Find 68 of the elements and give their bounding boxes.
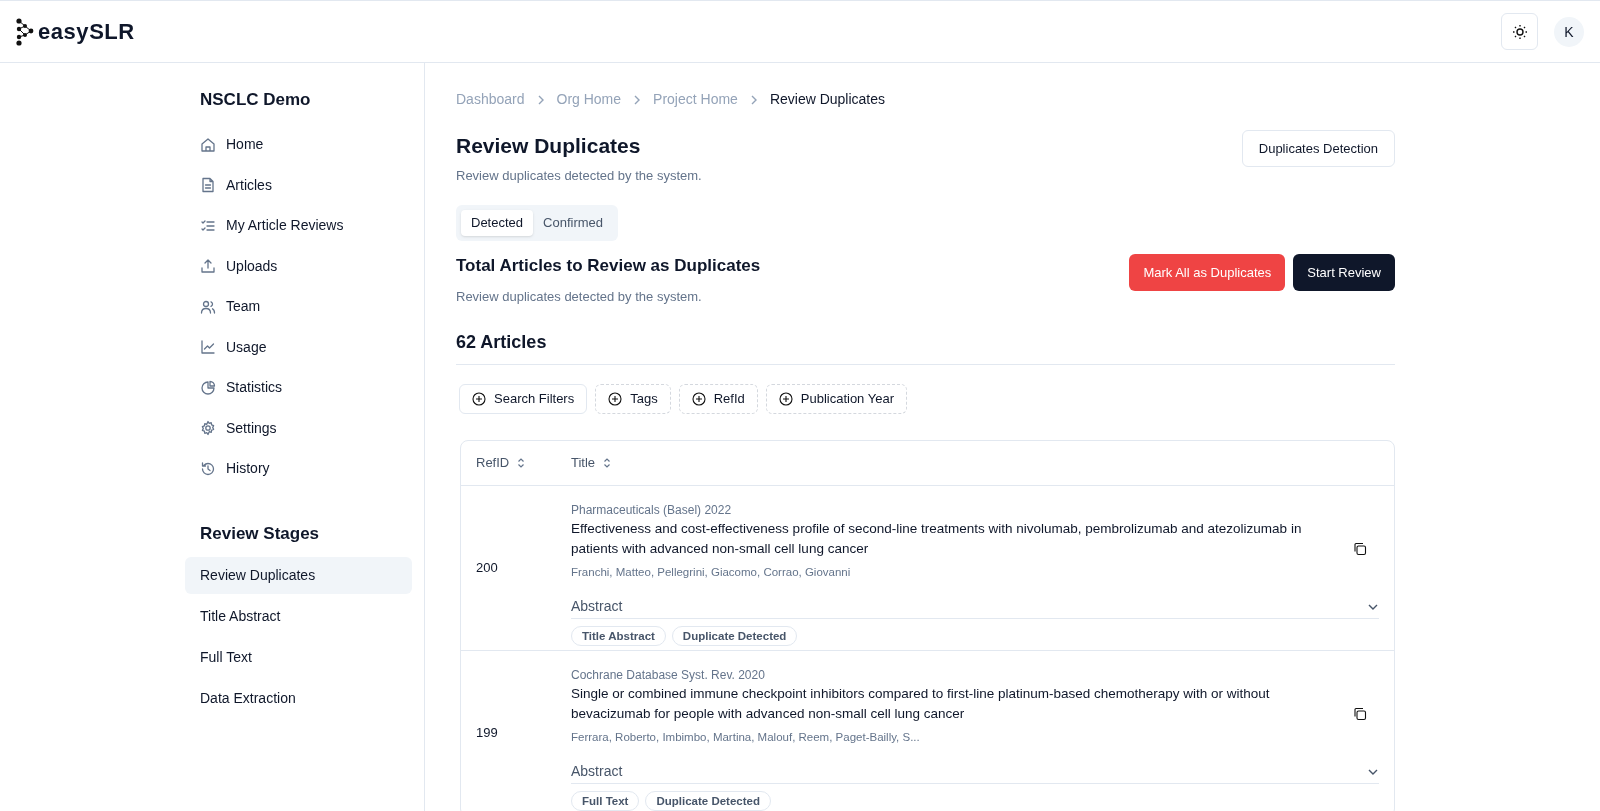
history-icon	[200, 460, 216, 477]
line-chart-icon	[200, 339, 216, 356]
home-icon	[200, 136, 216, 153]
chevron-down-icon	[1367, 767, 1379, 776]
filter-button[interactable]: Publication Year	[765, 384, 907, 414]
section-title: Review Stages	[199, 523, 321, 545]
authors-text: Ferrara, Roberto, Imbimbo, Martina, Malouf, Reem, Paget-Bailly, S...	[571, 730, 921, 745]
settings-icon	[200, 420, 216, 437]
chevron-right-icon	[536, 93, 545, 106]
column-header[interactable]: Title	[571, 453, 1394, 473]
stage-item[interactable]: Title Abstract	[185, 597, 412, 635]
upload-icon	[200, 258, 216, 275]
start-review-button[interactable]: Start Review	[1293, 254, 1395, 291]
sidebar-item[interactable]: Settings	[185, 408, 412, 449]
article-title: Single or combined immune checkpoint inhibitors compared to first-line platinum-based chemotherapy with or without bevacizumab for people with advanced non-small cell lung cancer	[571, 685, 1271, 723]
sidebar-item[interactable]: History	[185, 448, 412, 489]
duplicates-detection-button[interactable]: Duplicates Detection	[1241, 130, 1395, 167]
plus-circle-icon	[608, 392, 623, 406]
stage-item[interactable]: Data Extraction	[185, 679, 412, 717]
document-icon	[200, 177, 216, 194]
sidebar-item[interactable]: Team	[185, 286, 412, 327]
section-subtitle: Review duplicates detected by the system.	[456, 287, 703, 306]
logo-text: easySLR	[38, 18, 135, 46]
plus-circle-icon	[472, 392, 486, 406]
chevron-right-icon	[633, 93, 642, 106]
sidebar-item[interactable]: My Article Reviews	[185, 205, 412, 246]
chevron-down-icon	[1367, 602, 1379, 611]
sidebar-item[interactable]: Usage	[185, 327, 412, 368]
filter-button[interactable]: RefId	[678, 384, 758, 414]
sidebar-item[interactable]: Home	[185, 124, 412, 165]
page-subtitle: Review duplicates detected by the system.	[456, 166, 702, 185]
logo-icon	[16, 17, 34, 46]
chevron-right-icon	[749, 93, 758, 106]
plus-circle-icon	[691, 392, 706, 406]
sidebar-item[interactable]: Uploads	[185, 246, 412, 287]
sort-icon	[603, 458, 612, 468]
sidebar-item[interactable]: Articles	[185, 165, 412, 206]
copy-icon[interactable]	[1353, 542, 1367, 556]
journal-text: Pharmaceuticals (Basel) 2022	[571, 502, 733, 519]
user-avatar[interactable]: K	[1554, 16, 1584, 47]
filter-button[interactable]: Tags	[595, 384, 671, 414]
copy-icon[interactable]	[1353, 707, 1367, 721]
table-cell-text: 199	[475, 724, 499, 743]
plus-circle-icon	[778, 392, 793, 406]
pie-chart-icon	[200, 379, 216, 396]
article-count: 62 Articles	[456, 329, 1395, 365]
journal-text: Cochrane Database Syst. Rev. 2020	[571, 667, 766, 684]
breadcrumb-item: Review Duplicates	[769, 90, 886, 109]
stage-item[interactable]: Full Text	[185, 638, 412, 676]
theme-toggle-button[interactable]	[1501, 13, 1538, 50]
table-cell-text: 200	[475, 559, 499, 578]
sun-icon	[1511, 23, 1528, 40]
abstract-toggle[interactable]: Abstract	[571, 761, 1379, 785]
sort-icon	[517, 458, 526, 468]
column-header[interactable]: RefID	[461, 453, 571, 473]
tab[interactable]: Detected	[461, 210, 534, 236]
stage-item[interactable]: Review Duplicates	[185, 556, 412, 594]
abstract-toggle[interactable]: Abstract	[571, 596, 1379, 620]
project-title: NSCLC Demo	[199, 89, 312, 111]
tab[interactable]: Confirmed	[533, 210, 613, 236]
filter-button[interactable]: Search Filters	[459, 384, 588, 414]
mark-all-duplicates-button[interactable]: Mark All as Duplicates	[1129, 254, 1286, 291]
authors-text: Franchi, Matteo, Pellegrini, Giacomo, Corrao, Giovanni	[571, 565, 852, 580]
page-title: Review Duplicates	[456, 133, 642, 159]
article-title: Effectiveness and cost-effectiveness profile of second-line treatments with nivolumab, pembrolizumab and atezolizumab in patients with advanced non-small cell lung cancer	[571, 520, 1303, 558]
section-title: Total Articles to Review as Duplicates	[456, 255, 761, 277]
sidebar-item[interactable]: Statistics	[185, 367, 412, 408]
users-icon	[200, 298, 216, 315]
